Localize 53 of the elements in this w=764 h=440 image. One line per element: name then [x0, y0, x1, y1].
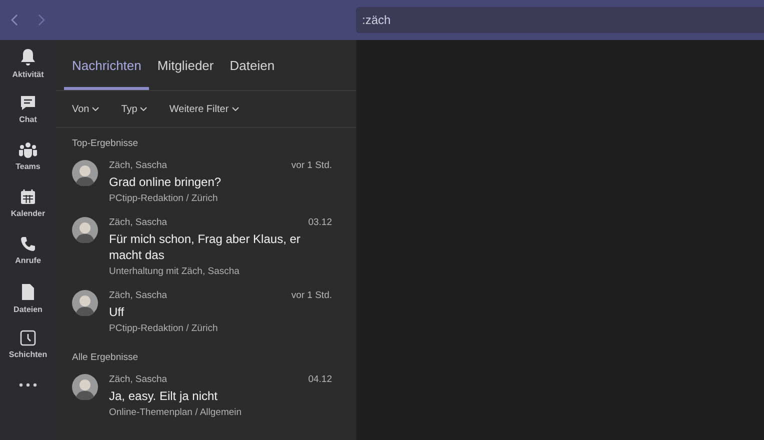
tab[interactable]: Dateien [222, 40, 283, 90]
avatar [72, 374, 98, 400]
avatar [72, 290, 98, 316]
rail-item[interactable]: Chat [19, 95, 37, 142]
filter-dropdown[interactable]: Von [66, 100, 106, 118]
back-icon[interactable] [11, 14, 19, 26]
search-result[interactable]: Zäch, Sascha vor 1 Std. Grad online bringen? PCtipp-Redaktion / Zürich [56, 155, 356, 212]
message-text: Für mich schon, Frag aber Klaus, er macht das [109, 231, 302, 263]
timestamp: 03.12 [308, 217, 332, 228]
avatar [72, 160, 98, 186]
filter-dropdown[interactable]: Typ [115, 100, 154, 118]
rail-item[interactable]: Aktivität [12, 48, 44, 95]
sender-name: Zäch, Sascha [109, 217, 168, 228]
avatar [72, 217, 98, 243]
clock-icon [20, 330, 36, 346]
search-result[interactable]: Zäch, Sascha 04.12 Ja, easy. Eilt ja nicht Online-Themenplan / Allgemein [56, 369, 356, 426]
caret-icon [92, 107, 100, 111]
channel-path: PCtipp-Redaktion / Zürich [109, 323, 219, 334]
bell-icon [20, 48, 36, 66]
timestamp: vor 1 Std. [291, 290, 332, 301]
message-text: Uff [109, 304, 126, 320]
tab[interactable]: Nachrichten [64, 40, 150, 90]
timestamp: vor 1 Std. [291, 160, 332, 171]
caret-icon [140, 107, 148, 111]
people-icon [18, 142, 37, 158]
calendar-icon [20, 189, 36, 205]
rail-item[interactable]: Dateien [14, 283, 42, 330]
message-text: Ja, easy. Eilt ja nicht [109, 388, 218, 404]
rail-item[interactable]: Anrufe [15, 236, 41, 283]
forward-icon[interactable] [37, 14, 45, 26]
sender-name: Zäch, Sascha [109, 290, 168, 301]
channel-path: Unterhaltung mit Zäch, Sascha [109, 266, 240, 277]
tab[interactable]: Mitglieder [149, 40, 222, 90]
channel-path: PCtipp-Redaktion / Zürich [109, 193, 219, 204]
sender-name: Zäch, Sascha [109, 160, 168, 171]
rail-item[interactable]: Schichten [8, 330, 48, 377]
rail-item[interactable]: Kalender [10, 189, 46, 236]
message-text: Grad online bringen? [109, 174, 222, 190]
timestamp: 04.12 [308, 374, 332, 385]
sender-name: Zäch, Sascha [109, 374, 168, 385]
search-result[interactable]: Zäch, Sascha vor 1 Std. Uff PCtipp-Redaktion / Zürich [56, 285, 356, 342]
file-icon [21, 283, 35, 301]
section-heading: Top-Ergebnisse [71, 137, 140, 151]
caret-icon [232, 107, 239, 111]
channel-path: Online-Themenplan / Allgemein [109, 407, 243, 418]
section-heading: Alle Ergebnisse [71, 351, 140, 365]
rail-item[interactable]: Teams [16, 142, 40, 189]
filter-dropdown[interactable]: Weitere Filter [163, 100, 245, 118]
phone-icon [20, 236, 36, 252]
search-result[interactable]: Zäch, Sascha 03.12 Für mich schon, Frag aber Klaus, er macht das Unterhaltung mit Zäch, Sascha [56, 212, 356, 285]
more-icon[interactable] [19, 383, 37, 387]
chat-icon [20, 95, 36, 111]
search-field[interactable]: :zäch [356, 7, 764, 33]
